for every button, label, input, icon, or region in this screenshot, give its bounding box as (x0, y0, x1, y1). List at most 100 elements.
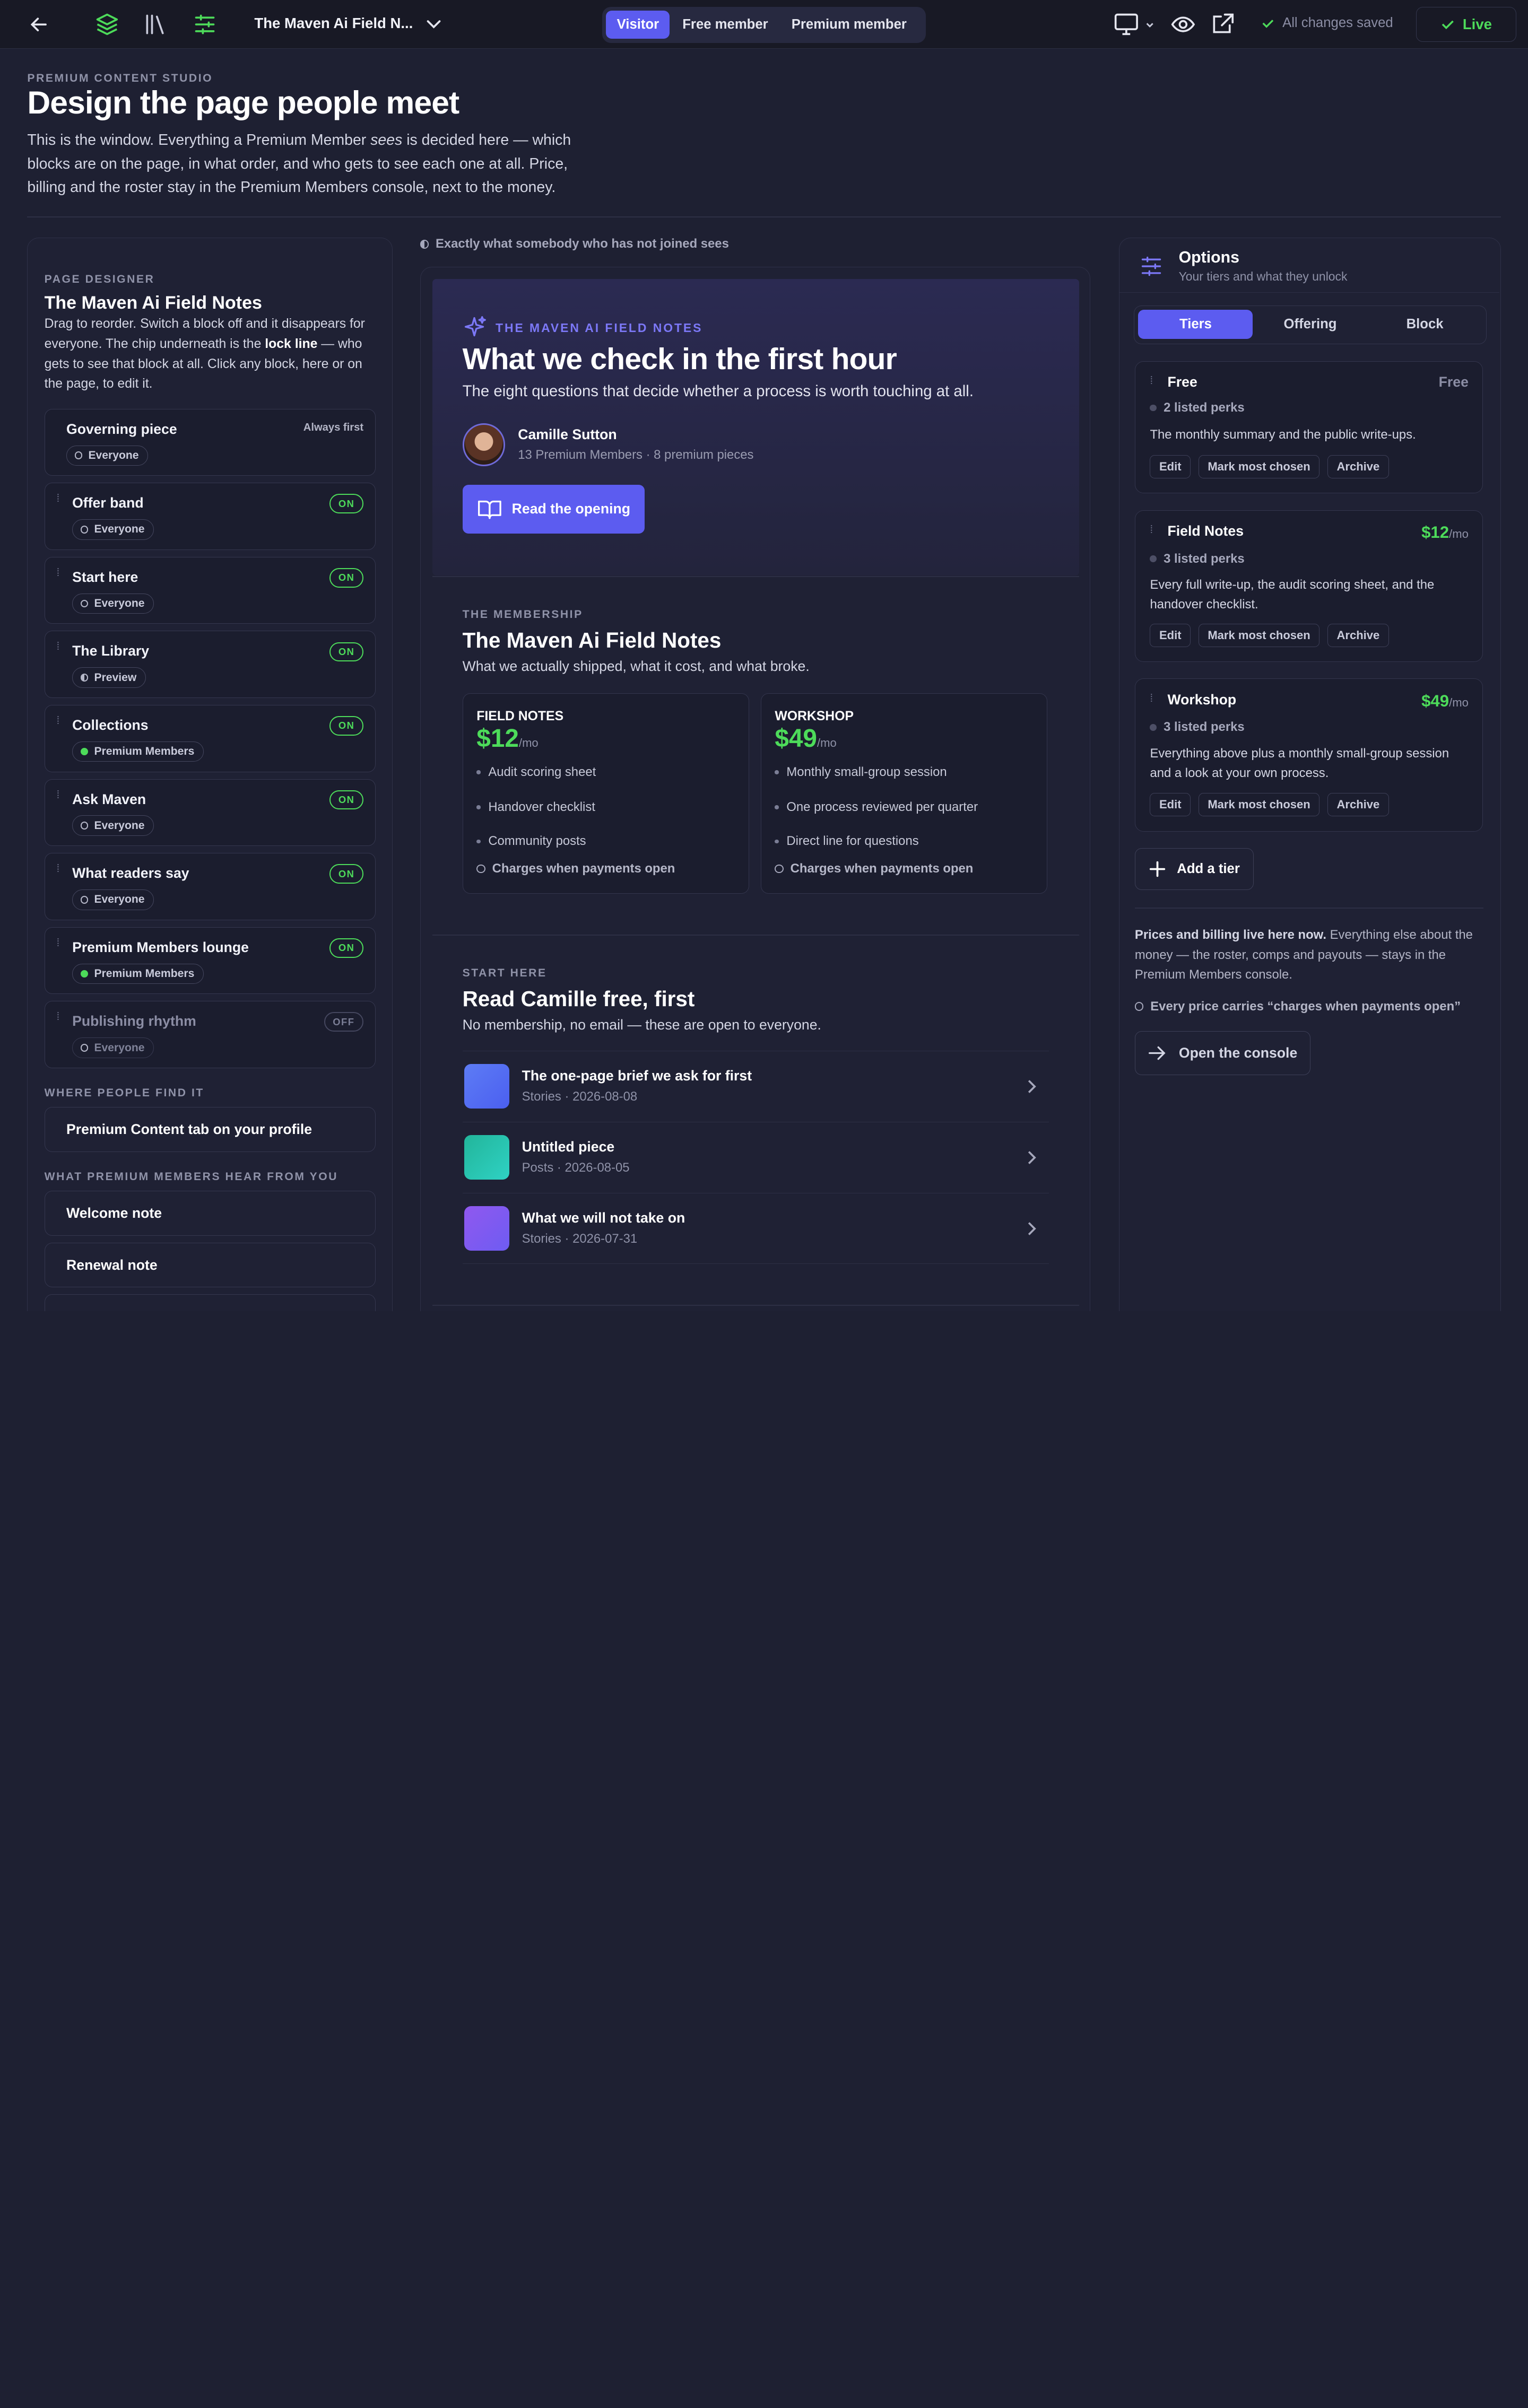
tier-editor-workshop[interactable]: ⁞ Workshop $49/mo 3 listed perks Everyth… (1134, 678, 1483, 832)
find-location-field[interactable]: Premium Content tab on your profile (44, 1107, 376, 1152)
eye-icon[interactable] (1169, 11, 1196, 38)
block-collections[interactable]: ⁞ Collections ON Premium Members (44, 704, 376, 772)
block-what-readers-say[interactable]: ⁞ What readers say ON Everyone (44, 853, 376, 920)
tier-name: WORKSHOP (775, 709, 854, 724)
view-as-premium-member[interactable]: Premium member (781, 11, 918, 39)
desktop-icon[interactable] (1114, 11, 1141, 38)
mark-most-chosen-button[interactable]: Mark most chosen (1198, 455, 1320, 478)
preview-half-icon (420, 240, 429, 249)
add-tier-button[interactable]: Add a tier (1134, 848, 1254, 890)
drag-handle-icon[interactable]: ⁞ (57, 568, 60, 578)
list-item[interactable]: The one-page brief we ask for first Stor… (462, 1050, 1049, 1122)
sparkle-icon (464, 316, 486, 337)
page-title-dropdown[interactable]: The Maven Ai Field N... (254, 15, 413, 32)
drag-handle-icon[interactable]: ⁞ (57, 938, 60, 948)
author-avatar (462, 423, 506, 466)
sliders-icon[interactable] (191, 11, 218, 38)
lock-line-chip[interactable]: Everyone (72, 519, 154, 540)
mark-most-chosen-button[interactable]: Mark most chosen (1198, 793, 1320, 817)
lock-line-chip[interactable]: Everyone (72, 593, 154, 614)
tier-charge-note: Charges when payments open (476, 861, 675, 876)
designer-title: The Maven Ai Field Notes (44, 292, 262, 313)
block-toggle[interactable]: ON (329, 642, 364, 662)
block-toggle[interactable]: ON (329, 790, 364, 810)
block-governing-piece[interactable]: Governing piece Always first Everyone (44, 408, 376, 476)
view-as-visitor[interactable]: Visitor (606, 11, 670, 39)
back-arrow-icon[interactable] (25, 11, 53, 38)
edit-button[interactable]: Edit (1150, 455, 1191, 478)
renewal-note-item[interactable]: Renewal note (44, 1242, 376, 1288)
block-the-library[interactable]: ⁞ The Library ON Preview (44, 631, 376, 699)
options-header: Options Your tiers and what they unlock (1119, 238, 1499, 293)
drag-handle-icon[interactable]: ⁞ (57, 1011, 60, 1022)
tier-perk: One process reviewed per quarter (775, 800, 978, 815)
welcome-note-item[interactable]: Welcome note (44, 1191, 376, 1236)
chevron-down-icon[interactable] (420, 11, 447, 38)
tier-name: Workshop (1167, 692, 1237, 708)
lock-line-chip[interactable]: Everyone (72, 815, 154, 836)
tier-card-field-notes[interactable]: FIELD NOTES $12/mo Audit scoring sheet H… (462, 693, 749, 894)
find-section-label: WHERE PEOPLE FIND IT (44, 1086, 204, 1099)
lock-line-chip[interactable]: Everyone (72, 1037, 154, 1058)
lock-line-chip[interactable]: Everyone (72, 889, 154, 910)
archive-button[interactable]: Archive (1327, 455, 1389, 478)
archive-button[interactable]: Archive (1327, 623, 1389, 647)
preview-icon (80, 674, 89, 682)
mark-most-chosen-button[interactable]: Mark most chosen (1198, 623, 1320, 647)
drag-handle-icon[interactable]: ⁞ (1150, 376, 1153, 386)
device-chevron-icon[interactable] (1142, 11, 1158, 38)
read-opening-button[interactable]: Read the opening (462, 484, 645, 534)
lock-line-chip[interactable]: Premium Members (72, 741, 204, 762)
tier-perk-count: 3 listed perks (1150, 720, 1245, 735)
app-root: The Maven Ai Field N... Visitor Free mem… (0, 0, 1528, 1312)
drag-handle-icon[interactable]: ⁞ (57, 789, 60, 800)
layers-icon[interactable] (93, 11, 120, 38)
drag-handle-icon[interactable]: ⁞ (57, 493, 60, 504)
drag-handle-icon[interactable]: ⁞ (1150, 693, 1153, 704)
archive-button[interactable]: Archive (1327, 793, 1389, 817)
tab-block[interactable]: Block (1368, 310, 1482, 339)
hero-subtitle: The eight questions that decide whether … (462, 382, 974, 400)
edit-button[interactable]: Edit (1150, 623, 1191, 647)
save-status-text: All changes saved (1282, 15, 1393, 31)
tab-tiers[interactable]: Tiers (1138, 310, 1253, 339)
block-start-here[interactable]: ⁞ Start here ON Everyone (44, 556, 376, 624)
open-console-button[interactable]: Open the console (1134, 1031, 1310, 1075)
section-divider (432, 576, 1080, 578)
list-item[interactable]: What we will not take on Stories · 2026-… (462, 1193, 1049, 1264)
tab-offering[interactable]: Offering (1253, 310, 1367, 339)
block-toggle[interactable]: ON (329, 494, 364, 514)
drag-handle-icon[interactable]: ⁞ (57, 863, 60, 874)
block-toggle[interactable]: ON (329, 864, 364, 884)
lock-line-chip[interactable]: Preview (72, 667, 146, 688)
hero-block[interactable]: THE MAVEN AI FIELD NOTES What we check i… (432, 279, 1080, 575)
tier-card-workshop[interactable]: WORKSHOP $49/mo Monthly small-group sess… (760, 693, 1047, 894)
edit-button[interactable]: Edit (1150, 793, 1191, 817)
block-name: Offer band (72, 495, 144, 511)
live-button[interactable]: Live (1416, 6, 1516, 42)
library-icon[interactable] (141, 11, 168, 38)
block-toggle[interactable]: ON (329, 716, 364, 736)
tier-name: Free (1167, 374, 1197, 390)
lock-line-chip[interactable]: Everyone (66, 445, 148, 466)
drag-handle-icon[interactable]: ⁞ (1150, 525, 1153, 535)
block-publishing-rhythm[interactable]: ⁞ Publishing rhythm OFF Everyone (44, 1001, 376, 1068)
tier-editor-field-notes[interactable]: ⁞ Field Notes $12/mo 3 listed perks Ever… (1134, 510, 1483, 662)
view-as-free-member[interactable]: Free member (672, 11, 779, 39)
ring-icon (1134, 1002, 1144, 1011)
block-toggle[interactable]: ON (329, 938, 364, 958)
block-ask-maven[interactable]: ⁞ Ask Maven ON Everyone (44, 779, 376, 847)
tier-editor-free[interactable]: ⁞ Free Free 2 listed perks The monthly s… (1134, 361, 1483, 494)
external-link-icon[interactable] (1209, 11, 1236, 38)
tier-name: FIELD NOTES (476, 709, 564, 724)
block-toggle[interactable]: OFF (324, 1012, 364, 1032)
block-premium-members-lounge[interactable]: ⁞ Premium Members lounge ON Premium Memb… (44, 927, 376, 994)
drag-handle-icon[interactable]: ⁞ (57, 641, 60, 652)
block-offer-band[interactable]: ⁞ Offer band ON Everyone (44, 483, 376, 550)
list-item[interactable]: Untitled piece Posts · 2026-08-05 (462, 1122, 1049, 1193)
hear-item-partial[interactable] (44, 1294, 376, 1312)
block-toggle[interactable]: ON (329, 568, 364, 588)
lock-line-chip[interactable]: Premium Members (72, 963, 204, 984)
drag-handle-icon[interactable]: ⁞ (57, 716, 60, 726)
section-divider (432, 935, 1080, 936)
